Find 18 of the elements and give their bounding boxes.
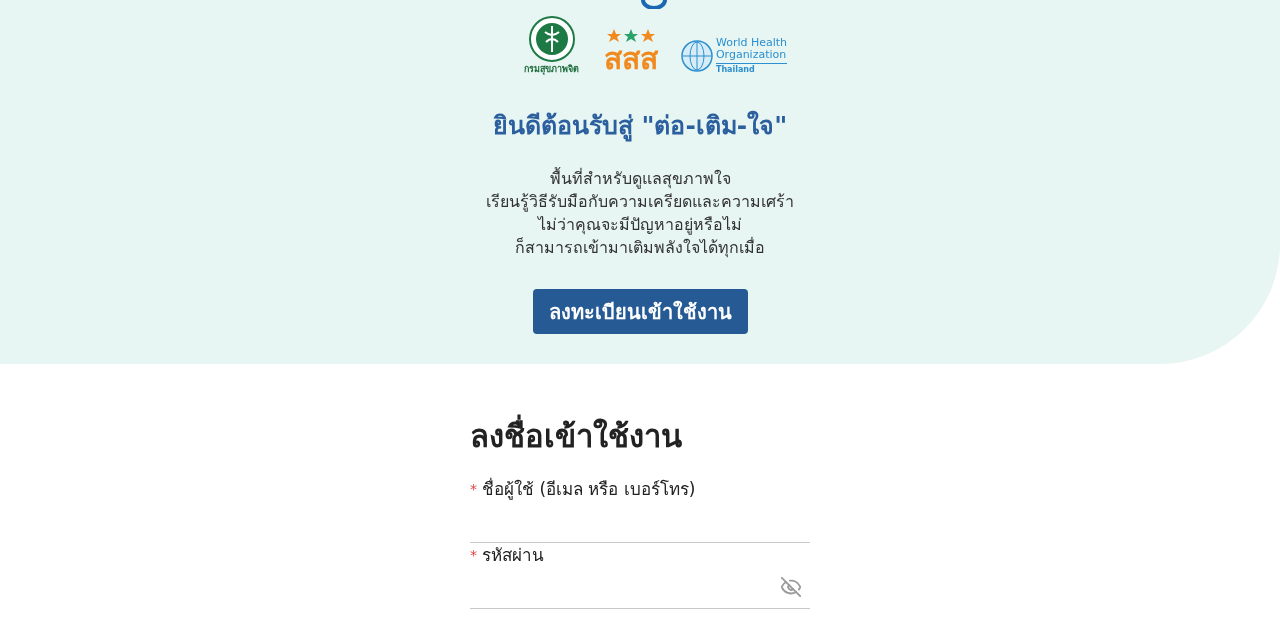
field-label: ชื่อผู้ใช้ (อีเมล หรือ เบอร์โทร) [482,477,696,501]
required-mark: * [470,480,477,499]
required-mark: * [470,546,477,565]
welcome-description: พื้นที่สำหรับดูแลสุขภาพใจ เรียนรู้วิธีรับมือกับความเครียดและความเศร้า ไม่ว่าคุณจะมีปัญหาอยู่หรือไม่ ก็สามารถเข้ามาเติมพลังใจได้ทุกเมื่อ [486,167,794,259]
logo-text: สสส [603,43,658,75]
ring-logo-icon [640,0,668,9]
logo-text: Organization [715,49,788,61]
field-label: รหัสผ่าน [482,544,544,567]
login-title: ลงชื่อเข้าใช้งาน [470,416,810,456]
register-button[interactable]: ลงทะเบียนเข้าใช้งาน [532,289,748,334]
emblem-icon [528,16,575,62]
logo-text: กรมสุขภาพจิต [524,63,580,75]
logo-text: World Health [715,37,788,49]
logo-subtext: Thailand [715,65,756,75]
eye-off-icon[interactable] [780,575,802,598]
globe-emblem-icon [680,40,713,72]
welcome-title: ยินดีต้อนรับสู่ "ต่อ-เติม-ใจ" [492,109,788,143]
stars-icon [606,29,655,43]
